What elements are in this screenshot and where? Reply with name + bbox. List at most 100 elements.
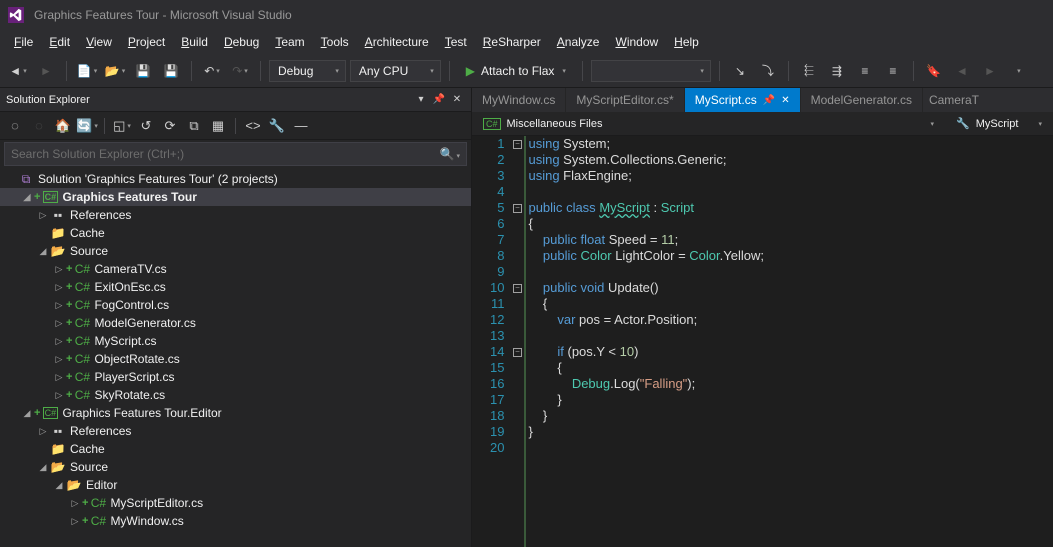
expander-icon[interactable]: ◢ <box>20 190 34 204</box>
menu-help[interactable]: Help <box>666 33 707 51</box>
menu-analyze[interactable]: Analyze <box>549 33 608 51</box>
process-dropdown[interactable]: ▾ <box>591 60 711 82</box>
se-refresh-button[interactable]: ⟳ <box>159 115 181 137</box>
platform-dropdown[interactable]: Any CPU▾ <box>350 60 441 82</box>
menu-window[interactable]: Window <box>607 33 666 51</box>
nav-back-button[interactable]: ◄▾ <box>6 59 30 83</box>
se-forward-button[interactable]: ◌ <box>28 115 50 137</box>
bookmark-next-button[interactable]: ► <box>978 59 1002 83</box>
menu-team[interactable]: Team <box>267 33 312 51</box>
new-project-button[interactable]: 📄▾ <box>75 59 99 83</box>
configuration-dropdown[interactable]: Debug▾ <box>269 60 346 82</box>
file-tab-MyScriptcs[interactable]: MyScript.cs📌✕ <box>685 88 801 112</box>
se-pending-button[interactable]: ↺ <box>135 115 157 137</box>
file-SkyRotate.cs[interactable]: ▷+C#SkyRotate.cs <box>0 386 471 404</box>
search-icon[interactable]: 🔍▾ <box>440 147 460 161</box>
file-MyWindow.cs[interactable]: ▷+C#MyWindow.cs <box>0 512 471 530</box>
code-editor[interactable]: 1234567891011121314151617181920 −−−− usi… <box>472 136 1053 547</box>
solution-tree[interactable]: ⧉Solution 'Graphics Features Tour' (2 pr… <box>0 168 471 547</box>
menu-resharper[interactable]: ReSharper <box>475 33 549 51</box>
save-button[interactable]: 💾 <box>131 59 155 83</box>
expander-icon[interactable]: ▷ <box>68 496 82 510</box>
expander-icon[interactable]: ▷ <box>52 370 66 384</box>
se-scope-button[interactable]: ◱▾ <box>111 115 133 137</box>
expander-icon[interactable]: ▷ <box>52 316 66 330</box>
context-project-dropdown[interactable]: C# Miscellaneous Files ▾ <box>476 114 941 134</box>
file-FogControl.cs[interactable]: ▷+C#FogControl.cs <box>0 296 471 314</box>
expander-icon[interactable]: ◢ <box>52 478 66 492</box>
file-ModelGenerator.cs[interactable]: ▷+C#ModelGenerator.cs <box>0 314 471 332</box>
file-CameraTV.cs[interactable]: ▷+C#CameraTV.cs <box>0 260 471 278</box>
fold-column[interactable]: −−−− <box>510 136 524 547</box>
file-tab-MyWindowcs[interactable]: MyWindow.cs <box>472 88 566 112</box>
project-node[interactable]: ◢+C#Graphics Features Tour <box>0 188 471 206</box>
undo-button[interactable]: ↶▾ <box>200 59 224 83</box>
folder-source[interactable]: ◢📂Source <box>0 242 471 260</box>
menu-architecture[interactable]: Architecture <box>357 33 437 51</box>
se-back-button[interactable]: ◌ <box>4 115 26 137</box>
solution-search-box[interactable]: 🔍▾ <box>4 142 467 166</box>
outdent-button[interactable]: ≡ <box>853 59 877 83</box>
indent-button[interactable]: ≡ <box>881 59 905 83</box>
folder-editor[interactable]: ◢📂Editor <box>0 476 471 494</box>
expander-icon[interactable]: ▷ <box>52 262 66 276</box>
indent-more-button[interactable]: ⇶ <box>825 59 849 83</box>
menu-test[interactable]: Test <box>437 33 475 51</box>
file-MyScriptEditor.cs[interactable]: ▷+C#MyScriptEditor.cs <box>0 494 471 512</box>
se-preview-button[interactable]: — <box>290 115 312 137</box>
expander-icon[interactable]: ▷ <box>52 388 66 402</box>
project-node-2[interactable]: ◢+C#Graphics Features Tour.Editor <box>0 404 471 422</box>
expander-icon[interactable]: ▷ <box>52 298 66 312</box>
panel-dropdown-button[interactable]: ▾ <box>413 92 429 108</box>
expander-icon[interactable]: ▷ <box>36 208 50 222</box>
file-tab-CameraT[interactable]: CameraT <box>923 88 985 112</box>
fold-toggle[interactable]: − <box>513 348 522 357</box>
se-collapse-button[interactable]: ⧉ <box>183 115 205 137</box>
bookmark-button[interactable]: 🔖 <box>922 59 946 83</box>
solution-node[interactable]: ⧉Solution 'Graphics Features Tour' (2 pr… <box>0 170 471 188</box>
nav-forward-button[interactable]: ► <box>34 59 58 83</box>
menu-view[interactable]: View <box>78 33 120 51</box>
se-properties-button[interactable]: 🔧 <box>266 115 288 137</box>
redo-button[interactable]: ↷▾ <box>228 59 252 83</box>
open-file-button[interactable]: 📂▾ <box>103 59 127 83</box>
menu-debug[interactable]: Debug <box>216 33 267 51</box>
folder-cache[interactable]: 📁Cache <box>0 224 471 242</box>
se-home-button[interactable]: 🏠 <box>52 115 74 137</box>
file-PlayerScript.cs[interactable]: ▷+C#PlayerScript.cs <box>0 368 471 386</box>
panel-pin-button[interactable]: 📌 <box>431 92 447 108</box>
indent-less-button[interactable]: ⬱ <box>797 59 821 83</box>
se-sync-button[interactable]: 🔄▾ <box>76 115 98 137</box>
file-ObjectRotate.cs[interactable]: ▷+C#ObjectRotate.cs <box>0 350 471 368</box>
folder-source-2[interactable]: ◢📂Source <box>0 458 471 476</box>
menu-build[interactable]: Build <box>173 33 216 51</box>
se-code-button[interactable]: <> <box>242 115 264 137</box>
file-tab-MyScriptEditorcs[interactable]: MyScriptEditor.cs* <box>566 88 684 112</box>
se-showall-button[interactable]: ▦ <box>207 115 229 137</box>
file-tab-ModelGeneratorcs[interactable]: ModelGenerator.cs <box>801 88 923 112</box>
fold-toggle[interactable]: − <box>513 284 522 293</box>
file-MyScript.cs[interactable]: ▷+C#MyScript.cs <box>0 332 471 350</box>
menu-edit[interactable]: Edit <box>41 33 78 51</box>
code-content[interactable]: using System;using System.Collections.Ge… <box>524 136 1053 547</box>
pin-icon[interactable]: 📌 <box>763 95 775 106</box>
save-all-button[interactable]: 💾 <box>159 59 183 83</box>
context-class-dropdown[interactable]: 🔧 MyScript ▾ <box>949 114 1049 134</box>
bookmark-prev-button[interactable]: ◄ <box>950 59 974 83</box>
file-ExitOnEsc.cs[interactable]: ▷+C#ExitOnEsc.cs <box>0 278 471 296</box>
panel-close-button[interactable]: ✕ <box>449 92 465 108</box>
toolbar-options-button[interactable]: ▾ <box>1006 59 1030 83</box>
expander-icon[interactable]: ▷ <box>52 280 66 294</box>
step-over-button[interactable]: ⤵ <box>756 59 780 83</box>
expander-icon[interactable]: ◢ <box>36 460 50 474</box>
references-node-2[interactable]: ▷▪▪References <box>0 422 471 440</box>
references-node[interactable]: ▷▪▪References <box>0 206 471 224</box>
solution-search-input[interactable] <box>11 147 440 161</box>
start-debug-button[interactable]: ▶ Attach to Flax ▾ <box>458 59 574 83</box>
menu-tools[interactable]: Tools <box>313 33 357 51</box>
step-into-button[interactable]: ↘ <box>728 59 752 83</box>
expander-icon[interactable]: ▷ <box>52 352 66 366</box>
expander-icon[interactable]: ▷ <box>68 514 82 528</box>
fold-toggle[interactable]: − <box>513 140 522 149</box>
menu-project[interactable]: Project <box>120 33 173 51</box>
